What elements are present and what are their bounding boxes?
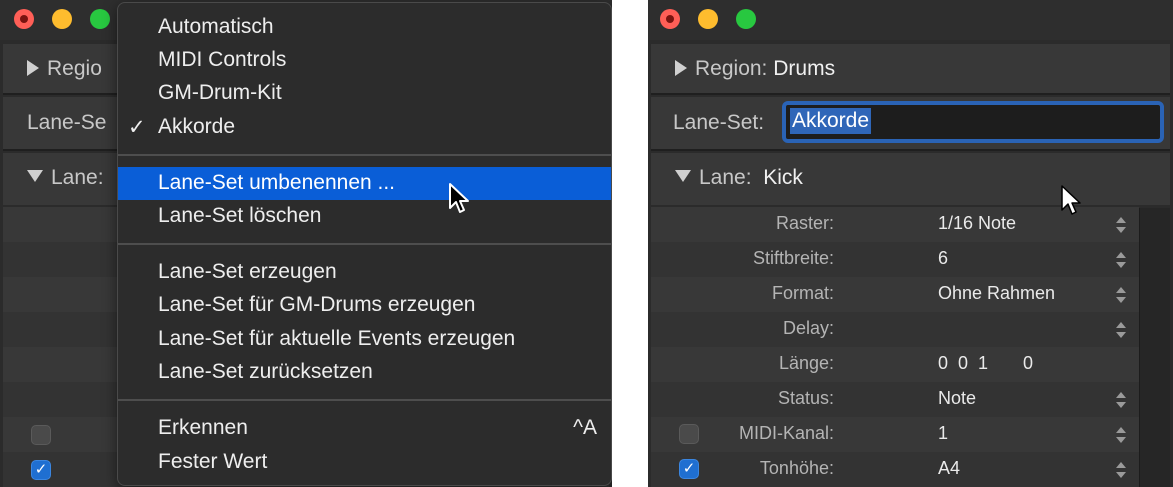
param-label: Status: [777, 388, 834, 408]
stepper-icon[interactable] [1115, 390, 1127, 410]
param-row-status[interactable]: Status: Note [651, 382, 1139, 417]
disclosure-triangle-icon[interactable] [27, 170, 43, 182]
param-label: Format: [771, 283, 834, 303]
param-row-midi-kanal[interactable]: MIDI-Kanal: 1 [651, 417, 1139, 452]
stepper-icon[interactable] [1115, 425, 1127, 445]
param-label: Delay: [782, 318, 834, 338]
param-label: Länge: [778, 353, 834, 373]
param-row-laenge[interactable]: Länge: 0 0 1 0 [651, 347, 1139, 382]
laneset-label: Lane-Se [27, 111, 107, 134]
close-icon [666, 15, 674, 23]
laneset-popup-menu: Automatisch MIDI Controls GM-Drum-Kit ✓ A… [117, 2, 612, 486]
menu-item-laneset-delete[interactable]: Lane-Set löschen [118, 200, 611, 233]
region-label: Regio [47, 57, 102, 80]
lane-parameters: Raster: 1/16 Note Stiftbreite: 6 Format:… [651, 207, 1139, 487]
lane-checkbox-checked[interactable]: ✓ [31, 460, 51, 480]
pitch-checkbox[interactable]: ✓ [679, 459, 699, 479]
menu-item-akkorde[interactable]: ✓ Akkorde [118, 111, 611, 144]
param-value[interactable]: 0 0 1 0 [938, 353, 1033, 374]
stepper-icon[interactable] [1115, 285, 1127, 305]
stepper-icon[interactable] [1115, 460, 1127, 480]
close-button[interactable] [660, 9, 680, 29]
zoom-button[interactable] [90, 9, 110, 29]
menu-item-laneset-create-events[interactable]: Lane-Set für aktuelle Events erzeugen [118, 323, 611, 356]
region-section[interactable]: Region: Drums [651, 44, 1170, 95]
stepper-icon[interactable] [1115, 250, 1127, 270]
param-label: Tonhöhe: [759, 458, 834, 478]
param-label: Raster: [775, 213, 834, 233]
param-row-stiftbreite[interactable]: Stiftbreite: 6 [651, 242, 1139, 277]
menu-item-gm-drum-kit[interactable]: GM-Drum-Kit [118, 77, 611, 110]
menu-item-laneset-create-gm[interactable]: Lane-Set für GM-Drums erzeugen [118, 289, 611, 322]
lane-checkbox[interactable] [31, 425, 51, 445]
lane-label: Lane: [699, 166, 752, 189]
mouse-pointer-icon [1061, 185, 1081, 215]
mouse-pointer-icon [449, 183, 469, 213]
menu-item-laneset-reset[interactable]: Lane-Set zurücksetzen [118, 356, 611, 389]
param-value[interactable]: 6 [938, 248, 948, 269]
param-value[interactable]: 1/16 Note [938, 213, 1016, 234]
checkmark-icon: ✓ [128, 116, 146, 139]
lane-label: Lane: [51, 166, 104, 189]
checkmark-icon: ✓ [34, 461, 48, 478]
left-window: Regio Lane-Se Lane: ✓ Automatisch MIDI C… [0, 0, 612, 487]
menu-item-automatisch[interactable]: Automatisch [118, 11, 611, 44]
stepper-icon[interactable] [1115, 320, 1127, 340]
shortcut-label: ^A [573, 416, 597, 439]
region-value: Drums [773, 57, 836, 80]
lane-value: Kick [763, 166, 803, 189]
stepper-icon[interactable] [1115, 215, 1127, 235]
title-bar [648, 0, 1173, 40]
menu-item-laneset-create[interactable]: Lane-Set erzeugen [118, 256, 611, 289]
laneset-name-selected-text[interactable]: Akkorde [790, 108, 872, 134]
lane-section[interactable]: Lane: Kick [651, 153, 1170, 205]
param-value[interactable]: 1 [938, 423, 948, 444]
menu-separator [118, 399, 611, 401]
disclosure-triangle-icon[interactable] [27, 60, 39, 76]
midi-channel-checkbox[interactable] [679, 424, 699, 444]
param-label: MIDI-Kanal: [738, 423, 834, 443]
close-button[interactable] [14, 9, 34, 29]
minimize-button[interactable] [52, 9, 72, 29]
menu-separator [118, 154, 611, 156]
param-row-tonhoehe[interactable]: ✓ Tonhöhe: A4 [651, 452, 1139, 487]
param-row-format[interactable]: Format: Ohne Rahmen [651, 277, 1139, 312]
param-value[interactable]: A4 [938, 458, 960, 479]
region-label: Region: [695, 57, 768, 80]
disclosure-triangle-icon[interactable] [675, 170, 691, 182]
param-label: Stiftbreite: [752, 248, 834, 268]
right-window: Region: Drums Lane-Set: Akkorde Lane: Ki… [648, 0, 1173, 487]
param-value[interactable]: Note [938, 388, 976, 409]
menu-item-midi-controls[interactable]: MIDI Controls [118, 44, 611, 77]
menu-item-fester-wert[interactable]: Fester Wert [118, 446, 611, 479]
close-icon [20, 15, 28, 23]
menu-item-erkennen[interactable]: Erkennen ^A [118, 412, 611, 445]
param-row-delay[interactable]: Delay: [651, 312, 1139, 347]
minimize-button[interactable] [698, 9, 718, 29]
param-value[interactable]: Ohne Rahmen [938, 283, 1055, 304]
disclosure-triangle-icon[interactable] [675, 60, 687, 76]
menu-item-laneset-rename[interactable]: Lane-Set umbenennen ... [118, 167, 611, 200]
laneset-label: Lane-Set: [673, 111, 765, 134]
zoom-button[interactable] [736, 9, 756, 29]
vertical-scrollbar[interactable] [1139, 208, 1170, 487]
menu-separator [118, 243, 611, 245]
checkmark-icon: ✓ [682, 460, 696, 477]
laneset-name-field[interactable]: Akkorde [782, 101, 1164, 143]
